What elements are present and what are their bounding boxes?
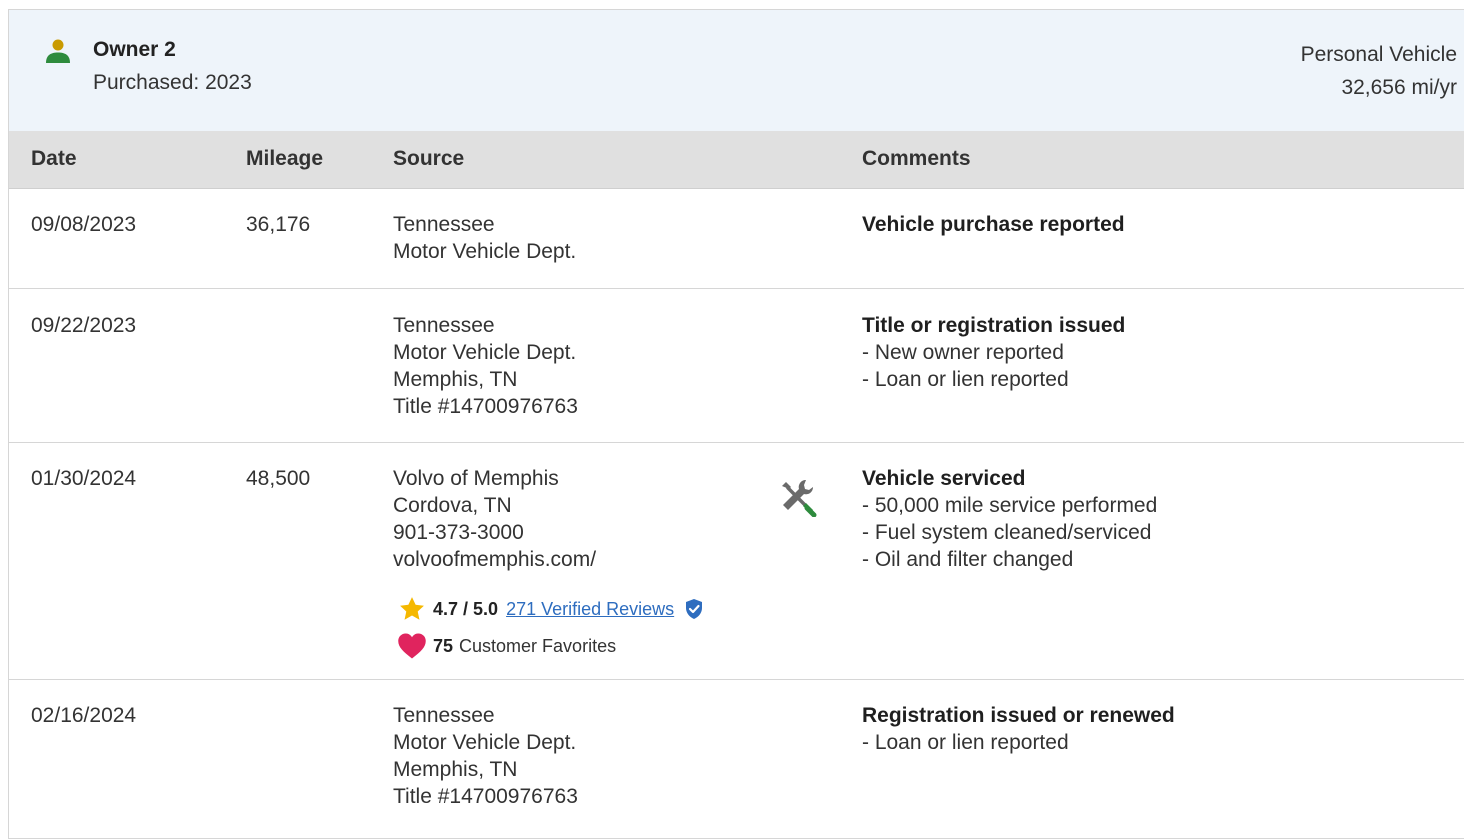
- source-line: Motor Vehicle Dept.: [393, 240, 577, 263]
- row-date: 09/08/2023: [31, 213, 137, 236]
- row-comments: Registration issued or renewed Loan or l…: [862, 702, 1175, 756]
- row-comments: Vehicle serviced 50,000 mile service per…: [862, 465, 1157, 573]
- row-date: 09/22/2023: [31, 314, 137, 337]
- source-line: volvoofmemphis.com/: [393, 548, 597, 571]
- favorites-count: 75: [433, 635, 454, 656]
- owner-history-card: Owner 2 Purchased: 2023 Personal Vehicle…: [8, 9, 1464, 839]
- source-line: Motor Vehicle Dept.: [393, 731, 577, 754]
- heart-icon: [398, 633, 426, 659]
- source-line: Memphis, TN: [393, 368, 518, 391]
- rating-value: 4.7 / 5.0: [433, 598, 499, 619]
- owner-purchased: Purchased: 2023: [93, 71, 252, 94]
- column-header-source: Source: [393, 147, 465, 170]
- favorites-line: 75 Customer Favorites: [397, 632, 616, 660]
- comment-item: New owner reported: [862, 339, 1125, 366]
- column-header-comments: Comments: [862, 147, 971, 170]
- column-header-mileage: Mileage: [246, 147, 324, 170]
- comment-title: Title or registration issued: [862, 314, 1126, 337]
- verified-shield-icon: [686, 599, 703, 619]
- table-row: 09/22/2023 Tennessee Motor Vehicle Dept.…: [9, 289, 1464, 443]
- table-row: 09/08/2023 36,176 Tennessee Motor Vehicl…: [9, 189, 1464, 289]
- row-mileage: 36,176: [246, 213, 311, 236]
- table-row: 01/30/2024 48,500 Volvo of Memphis Cordo…: [9, 443, 1464, 680]
- source-line: Cordova, TN: [393, 494, 512, 517]
- rating-line: 4.7 / 5.0 271 Verified Reviews: [397, 595, 704, 623]
- owner-name: Owner 2: [93, 38, 176, 61]
- source-line: 901-373-3000: [393, 521, 524, 544]
- comment-item: 50,000 mile service performed: [862, 492, 1157, 519]
- source-line: Memphis, TN: [393, 758, 518, 781]
- column-header-date: Date: [31, 147, 77, 170]
- wrench-screwdriver-icon: [782, 479, 817, 517]
- source-line: Tennessee: [393, 213, 495, 236]
- row-source: Tennessee Motor Vehicle Dept.: [393, 211, 576, 265]
- comment-title: Vehicle purchase reported: [862, 213, 1125, 236]
- source-line: Motor Vehicle Dept.: [393, 341, 577, 364]
- verified-reviews-link[interactable]: 271 Verified Reviews: [506, 599, 674, 620]
- table-row: 02/16/2024 Tennessee Motor Vehicle Dept.…: [9, 680, 1464, 840]
- comment-item: Oil and filter changed: [862, 546, 1157, 573]
- row-mileage: 48,500: [246, 467, 311, 490]
- source-line: Volvo of Memphis: [393, 467, 559, 490]
- vehicle-type: Personal Vehicle: [1300, 43, 1457, 66]
- row-source: Tennessee Motor Vehicle Dept. Memphis, T…: [393, 312, 578, 420]
- source-line: Title #14700976763: [393, 395, 578, 418]
- favorites-label: Customer Favorites: [459, 635, 617, 656]
- row-comments: Vehicle purchase reported: [862, 211, 1125, 238]
- row-source: Volvo of Memphis Cordova, TN 901-373-300…: [393, 465, 596, 573]
- comment-item: Loan or lien reported: [862, 366, 1125, 393]
- comment-title: Registration issued or renewed: [862, 704, 1175, 727]
- source-line: Title #14700976763: [393, 785, 578, 808]
- comment-item: Loan or lien reported: [862, 729, 1175, 756]
- comment-title: Vehicle serviced: [862, 467, 1026, 490]
- row-date: 01/30/2024: [31, 467, 137, 490]
- source-line: Tennessee: [393, 314, 495, 337]
- owner-vehicle-info: Personal Vehicle 32,656 mi/yr: [1301, 38, 1457, 104]
- table-header: Date Mileage Source Comments: [9, 131, 1464, 189]
- star-icon: [400, 597, 424, 620]
- row-source: Tennessee Motor Vehicle Dept. Memphis, T…: [393, 702, 578, 810]
- row-date: 02/16/2024: [31, 704, 137, 727]
- person-icon: [46, 39, 70, 63]
- annual-mileage: 32,656 mi/yr: [1341, 76, 1457, 99]
- comment-item: Fuel system cleaned/serviced: [862, 519, 1157, 546]
- owner-header: Owner 2 Purchased: 2023 Personal Vehicle…: [9, 10, 1464, 132]
- source-line: Tennessee: [393, 704, 495, 727]
- row-comments: Title or registration issued New owner r…: [862, 312, 1125, 393]
